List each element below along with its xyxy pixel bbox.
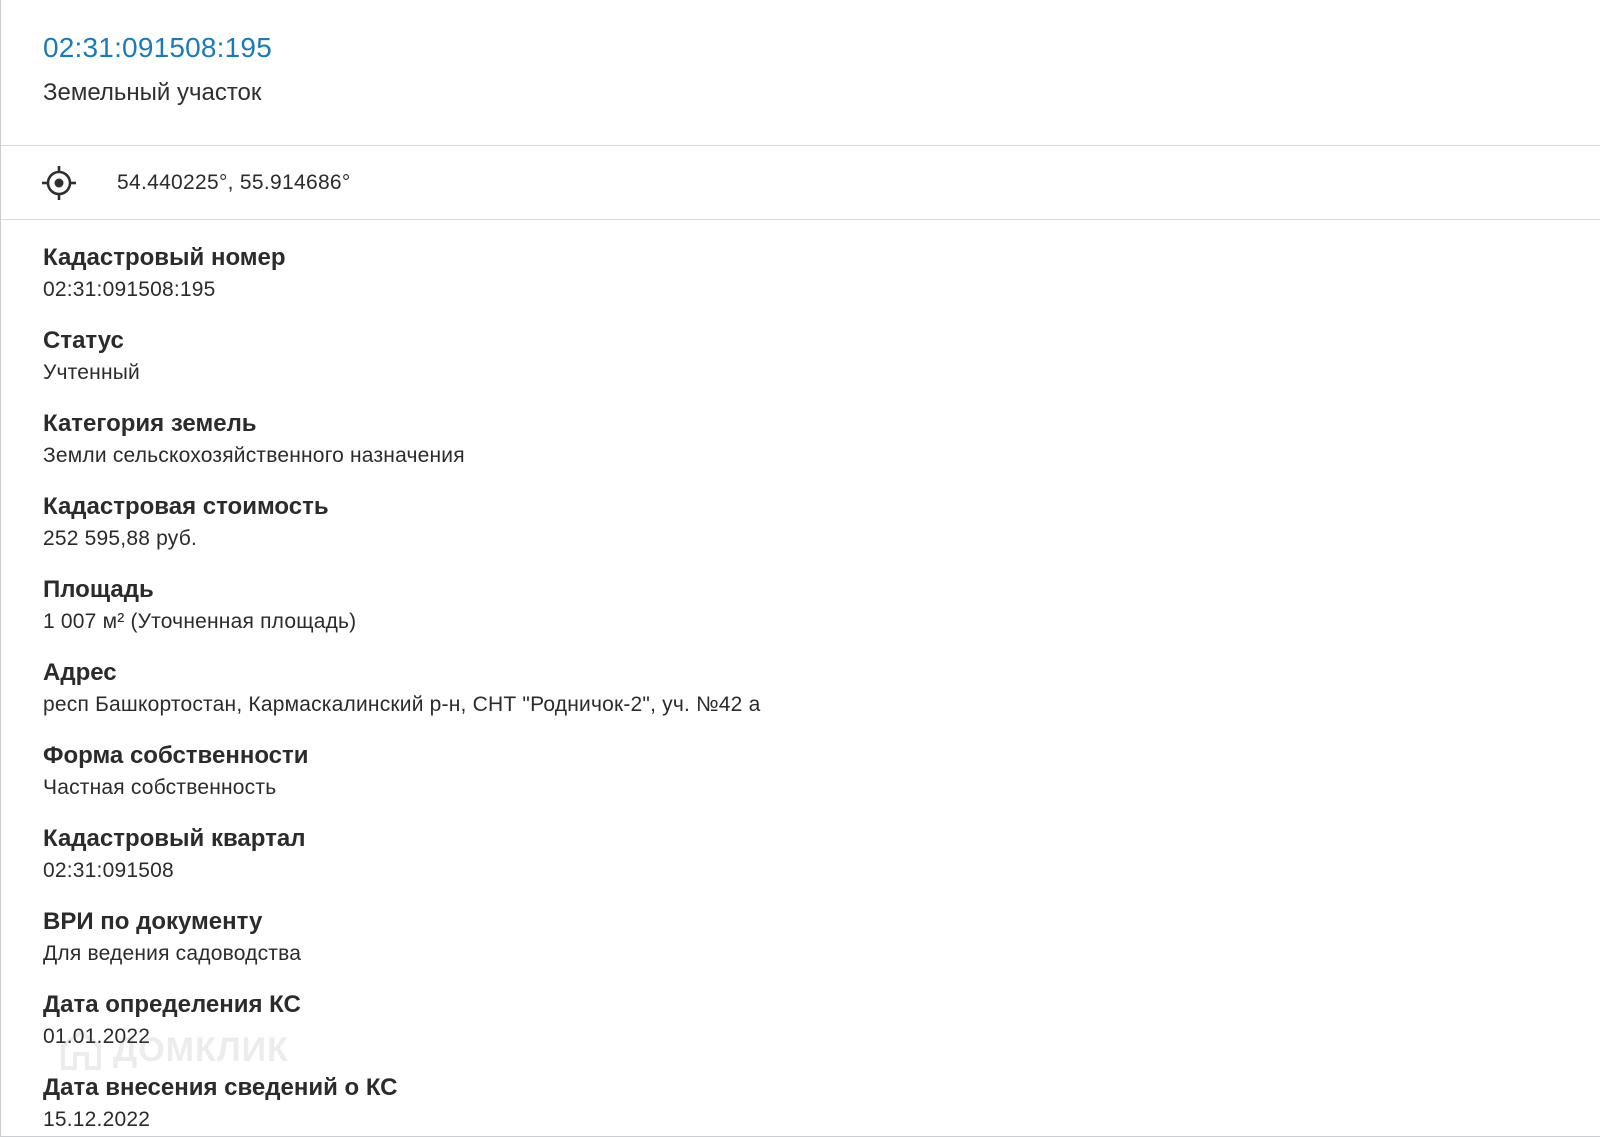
field-permitted-use: ВРИ по документу Для ведения садоводства: [43, 906, 1600, 970]
object-info-panel: 02:31:091508:195 Земельный участок 54.44…: [0, 0, 1600, 1137]
field-label: Кадастровая стоимость: [43, 493, 329, 520]
field-status: Статус Учтенный: [43, 325, 1600, 389]
field-ownership-form: Форма собственности Частная собственност…: [43, 740, 1600, 804]
field-label: ВРИ по документу: [43, 908, 263, 935]
field-label: Адрес: [43, 659, 117, 686]
cadastral-number-link[interactable]: 02:31:091508:195: [43, 30, 272, 66]
details-list: Кадастровый номер 02:31:091508:195 Стату…: [1, 220, 1600, 1136]
field-label: Дата внесения сведений о КС: [43, 1074, 398, 1101]
field-label: Дата определения КС: [43, 991, 301, 1018]
field-label: Форма собственности: [43, 742, 309, 769]
field-value: 1 007 м² (Уточненная площадь): [43, 610, 357, 633]
field-cadastral-value: Кадастровая стоимость 252 595,88 руб.: [43, 491, 1600, 555]
field-cadastral-number: Кадастровый номер 02:31:091508:195: [43, 242, 1600, 306]
field-value: 02:31:091508: [43, 859, 174, 882]
field-value: Для ведения садоводства: [43, 942, 302, 965]
field-value: 02:31:091508:195: [43, 278, 216, 301]
field-value: 01.01.2022: [43, 1025, 151, 1048]
field-label: Статус: [43, 327, 124, 354]
object-header: 02:31:091508:195 Земельный участок: [1, 0, 1600, 146]
field-label: Площадь: [43, 576, 154, 603]
field-area: Площадь 1 007 м² (Уточненная площадь): [43, 574, 1600, 638]
field-label: Кадастровый квартал: [43, 825, 306, 852]
field-value: Земли сельскохозяйственного назначения: [43, 444, 465, 467]
object-type: Земельный участок: [43, 79, 262, 106]
field-record-date: Дата внесения сведений о КС 15.12.2022: [43, 1072, 1600, 1136]
field-value: Частная собственность: [43, 776, 277, 799]
field-label: Категория земель: [43, 410, 257, 437]
target-icon[interactable]: [41, 165, 77, 201]
field-label: Кадастровый номер: [43, 244, 286, 271]
field-address: Адрес респ Башкортостан, Кармаскалинский…: [43, 657, 1600, 721]
field-value: 15.12.2022: [43, 1108, 151, 1131]
field-valuation-date: Дата определения КС 01.01.2022: [43, 989, 1600, 1053]
field-cadastral-quarter: Кадастровый квартал 02:31:091508: [43, 823, 1600, 887]
coordinates-row: 54.440225°, 55.914686°: [1, 146, 1600, 220]
field-value: респ Башкортостан, Кармаскалинский р-н, …: [43, 693, 761, 716]
field-value: 252 595,88 руб.: [43, 527, 197, 550]
field-land-category: Категория земель Земли сельскохозяйствен…: [43, 408, 1600, 472]
field-value: Учтенный: [43, 361, 140, 384]
coordinates-text[interactable]: 54.440225°, 55.914686°: [117, 171, 351, 195]
